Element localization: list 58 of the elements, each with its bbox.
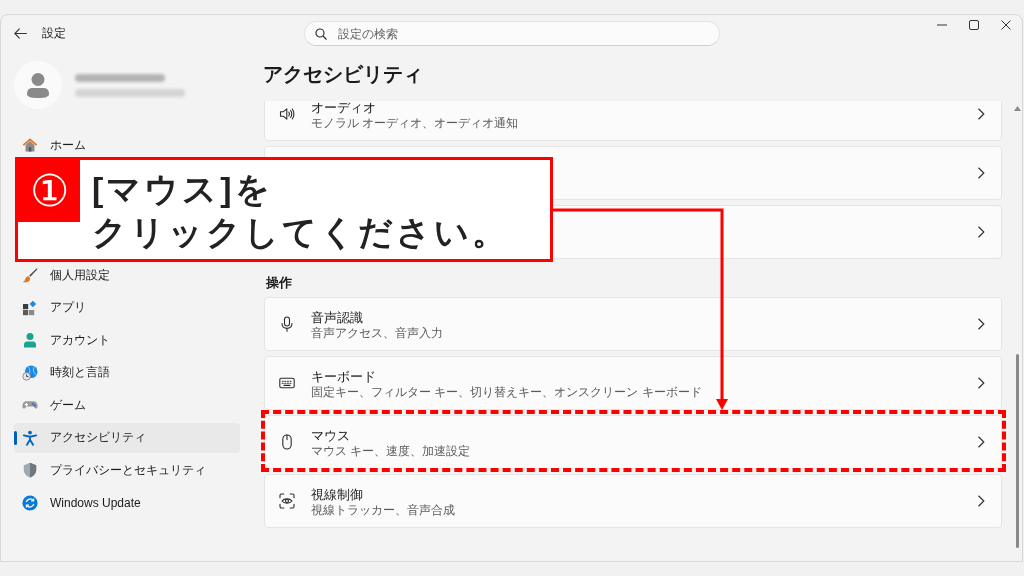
scroll-up-arrow-icon[interactable] <box>1013 106 1021 111</box>
settings-row[interactable]: キーボード 固定キー、フィルター キー、切り替えキー、オンスクリーン キーボード <box>264 356 1002 410</box>
chevron-right-icon <box>977 226 985 238</box>
search-field[interactable]: 設定の検索 <box>304 21 720 46</box>
nav-item[interactable]: ゲーム <box>14 390 240 420</box>
window-title: 設定 <box>42 24 66 42</box>
row-title: オーディオ <box>311 101 377 116</box>
nav-item[interactable]: Windows Update <box>14 487 240 518</box>
nav-item[interactable]: 個人用設定 <box>14 260 240 290</box>
row-title: キーボード <box>311 368 377 385</box>
nav-item[interactable]: アカウント <box>14 325 240 355</box>
row-description: 音声アクセス、音声入力 <box>311 326 443 341</box>
row-description: モノラル オーディオ、オーディオ通知 <box>311 116 519 131</box>
row-description: 視線トラッカー、音声合成 <box>311 503 455 518</box>
paintbrush-icon <box>22 267 38 283</box>
nav-item[interactable]: アプリ <box>14 292 240 323</box>
settings-row[interactable]: オーディオ モノラル オーディオ、オーディオ通知 <box>264 101 1002 141</box>
avatar-icon <box>14 61 62 109</box>
nav-item[interactable]: ホーム <box>14 130 240 160</box>
row-title: 視線制御 <box>311 486 364 503</box>
person-icon <box>22 332 38 348</box>
row-description: マウス キー、速度、加速設定 <box>311 444 471 459</box>
step-number: ① <box>18 160 80 222</box>
row-description: 固定キー、フィルター キー、切り替えキー、オンスクリーン キーボード <box>311 385 702 400</box>
minimize-icon <box>937 24 947 26</box>
mouse-icon <box>279 434 295 450</box>
eye-icon <box>279 493 295 509</box>
microphone-icon <box>279 316 295 332</box>
chevron-right-icon <box>977 436 985 448</box>
house-icon <box>22 137 38 153</box>
speaker-icon <box>279 106 295 122</box>
nav-item[interactable]: 時刻と言語 <box>14 357 240 388</box>
search-icon <box>315 28 327 40</box>
callout-text: [マウス]を クリックしてください。 <box>92 169 509 253</box>
settings-row[interactable]: 視線制御 視線トラッカー、音声合成 <box>264 474 1002 528</box>
chevron-right-icon <box>977 108 985 120</box>
nav-item[interactable]: プライバシーとセキュリティ <box>14 455 240 485</box>
accessibility-figure-icon <box>22 429 38 446</box>
maximize-icon <box>969 20 979 30</box>
chevron-right-icon <box>977 377 985 389</box>
settings-row[interactable]: 音声認識 音声アクセス、音声入力 <box>264 297 1002 351</box>
section-heading: 操作 <box>266 274 293 292</box>
close-icon <box>1001 20 1011 30</box>
nav-item[interactable]: アクセシビリティ <box>14 422 240 453</box>
row-title: 音声認識 <box>311 309 364 326</box>
chevron-right-icon <box>977 167 985 179</box>
row-title: マウス <box>311 427 351 444</box>
chevron-right-icon <box>977 495 985 507</box>
scrollbar-thumb[interactable] <box>1015 354 1019 548</box>
chevron-right-icon <box>977 318 985 330</box>
selection-indicator <box>14 430 17 445</box>
back-arrow-icon <box>13 27 27 39</box>
shield-icon <box>22 462 38 478</box>
sync-arrows-icon <box>22 494 38 511</box>
page-title: アクセシビリティ <box>263 62 424 87</box>
keyboard-icon <box>279 375 295 391</box>
globe-clock-icon <box>22 364 38 381</box>
app-grid-icon <box>22 299 38 316</box>
